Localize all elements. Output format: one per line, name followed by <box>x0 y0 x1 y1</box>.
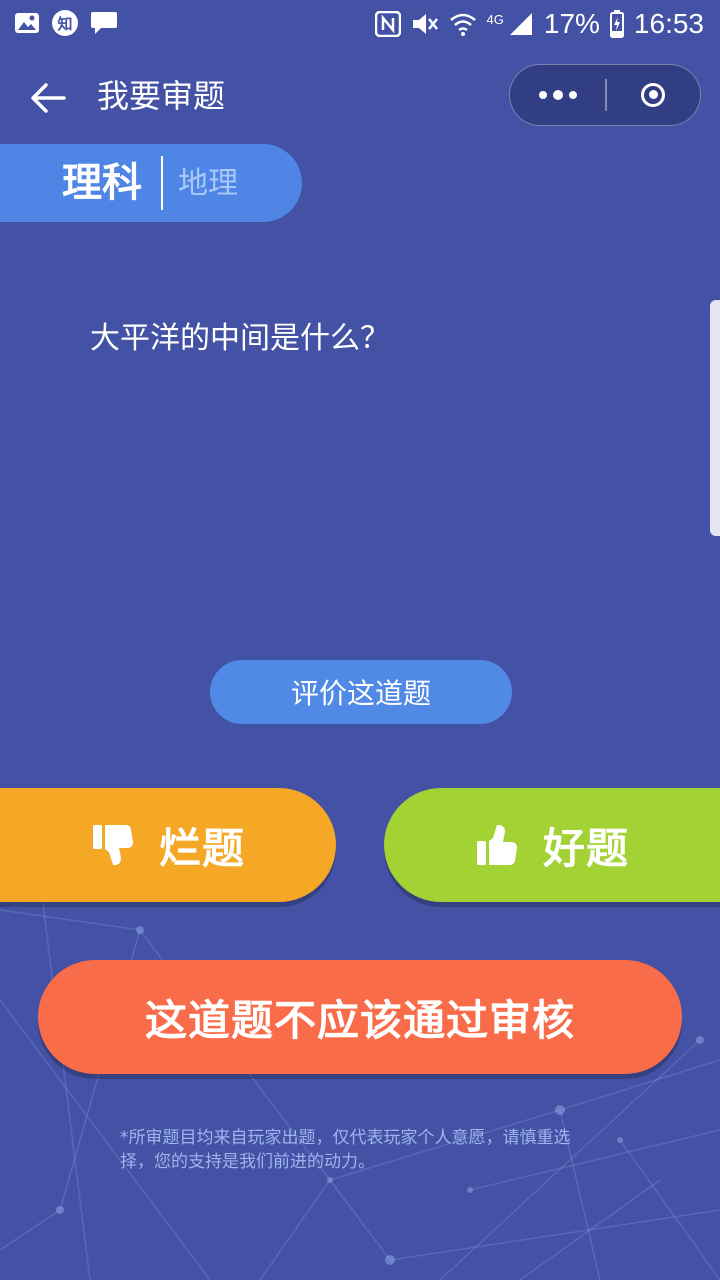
more-dots-icon[interactable] <box>510 65 605 124</box>
category-divider <box>161 156 163 210</box>
category-main: 理科 <box>62 160 142 206</box>
status-bar: 知 4G 17% 16:53 <box>0 0 720 52</box>
zhihu-icon: 知 <box>52 10 78 36</box>
wifi-icon <box>449 13 476 36</box>
battery-percent: 17% <box>543 8 600 39</box>
rate-question-button[interactable]: 评价这道题 <box>210 660 512 724</box>
mini-program-capsule <box>509 64 701 126</box>
good-question-label: 好题 <box>542 823 629 873</box>
nfc-icon <box>374 11 401 37</box>
disclaimer-note: *所审题目均来自玩家出题，仅代表玩家个人意愿，请慎重选择，您的支持是我们前进的动… <box>120 1128 571 1172</box>
thumbs-down-icon <box>92 825 133 865</box>
back-arrow-icon[interactable] <box>26 76 70 120</box>
side-scroll-handle[interactable] <box>710 300 720 536</box>
category-sub: 地理 <box>178 166 238 201</box>
reject-question-button[interactable]: 这道题不应该通过审核 <box>38 960 682 1074</box>
bad-question-button[interactable]: 烂题 <box>0 788 336 902</box>
bad-question-label: 烂题 <box>158 823 245 873</box>
page-title: 我要审题 <box>97 77 226 115</box>
image-icon <box>15 13 39 33</box>
mute-icon <box>412 14 438 34</box>
rate-question-label: 评价这道题 <box>290 677 431 710</box>
battery-icon <box>609 10 624 38</box>
thumbs-up-icon <box>476 825 517 865</box>
nav-bar: 我要审题 <box>0 56 720 140</box>
signal-icon <box>509 13 532 35</box>
question-text: 大平洋的中间是什么？ <box>90 321 390 356</box>
good-question-button[interactable]: 好题 <box>384 788 720 902</box>
network-background <box>0 880 720 1280</box>
reject-question-label: 这道题不应该通过审核 <box>144 995 575 1045</box>
message-icon <box>91 12 117 34</box>
clock: 16:53 <box>633 8 704 39</box>
close-target-icon[interactable] <box>607 65 699 124</box>
category-pill: 理科 地理 <box>0 144 302 222</box>
network-type: 4G <box>486 11 504 27</box>
